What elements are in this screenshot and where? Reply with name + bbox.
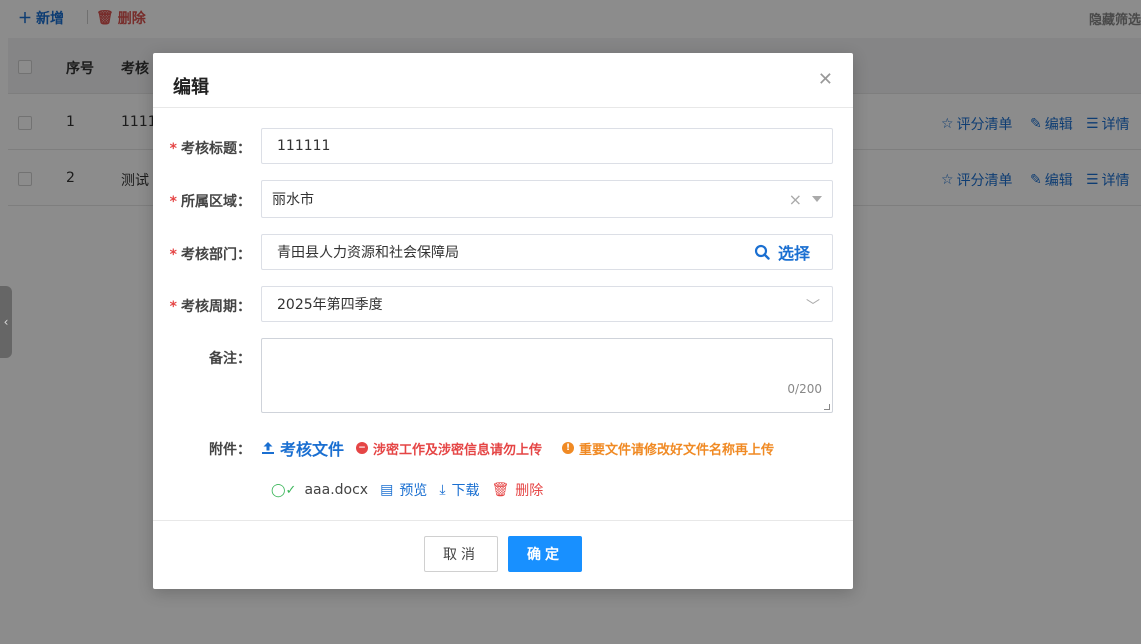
- resize-handle-icon[interactable]: [824, 404, 830, 410]
- region-label-text: 所属区域：: [181, 194, 251, 210]
- dept-label-text: 考核部门：: [181, 247, 251, 263]
- title-label-text: 考核标题：: [181, 141, 251, 157]
- upload-line: 考核文件 − 涉密工作及涉密信息请勿上传 ! 重要文件请修改好文件名称再上传: [261, 436, 774, 460]
- char-counter: 0/200: [787, 382, 822, 396]
- file-delete-label: 删除: [515, 483, 544, 499]
- secret-warning: − 涉密工作及涉密信息请勿上传: [356, 439, 542, 458]
- period-select[interactable]: 2025年第四季度 ﹀: [261, 286, 833, 322]
- file-delete-link[interactable]: 🗑 删除: [492, 480, 544, 500]
- rename-warning: ! 重要文件请修改好文件名称再上传: [562, 439, 774, 458]
- download-icon: ⤓: [439, 482, 446, 498]
- required-mark: *: [169, 141, 177, 157]
- dept-input[interactable]: 青田县人力资源和社会保障局: [261, 234, 733, 270]
- dialog-footer: 取消 确定: [153, 520, 853, 589]
- chevron-left-icon: ‹: [3, 315, 9, 329]
- region-label: * 所属区域：: [170, 191, 251, 211]
- edit-dialog: 编辑 ✕ * 考核标题： 111111 * 所属区域： 丽水市 × * 考核部门： 青…: [153, 53, 853, 589]
- dept-select-label: 选择: [777, 244, 810, 263]
- remark-label: 备注：: [209, 351, 251, 367]
- title-input[interactable]: 111111: [261, 128, 833, 164]
- title-label: * 考核标题：: [170, 138, 251, 158]
- check-circle-icon: ◯✓: [271, 482, 297, 498]
- exclamation-circle-icon: !: [562, 442, 575, 454]
- required-mark: *: [169, 299, 177, 315]
- region-select-value: 丽水市: [272, 192, 314, 208]
- preview-link[interactable]: ▤ 预览: [380, 480, 427, 500]
- clear-icon[interactable]: ×: [789, 190, 802, 209]
- period-label: * 考核周期：: [170, 296, 251, 316]
- dialog-title: 编辑: [173, 77, 209, 98]
- attach-label: 附件：: [209, 442, 251, 458]
- search-icon: [754, 244, 770, 260]
- upload-button[interactable]: 考核文件: [261, 436, 344, 460]
- remark-textarea[interactable]: 0/200: [261, 338, 833, 413]
- trash-icon: 🗑: [491, 482, 510, 498]
- upload-label: 考核文件: [280, 440, 345, 459]
- cancel-button[interactable]: 取消: [424, 536, 498, 572]
- dialog-header: 编辑 ✕: [153, 53, 853, 108]
- rename-warning-text: 重要文件请修改好文件名称再上传: [579, 442, 775, 458]
- period-select-value: 2025年第四季度: [277, 297, 383, 313]
- required-mark: *: [169, 194, 177, 210]
- secret-warning-text: 涉密工作及涉密信息请勿上传: [373, 442, 543, 458]
- file-item: ◯✓ aaa.docx ▤ 预览 ⤓ 下载 🗑 删除: [271, 480, 543, 500]
- required-mark: *: [169, 247, 177, 263]
- caret-down-icon: [812, 196, 822, 202]
- sidebar-collapse-handle[interactable]: ‹: [0, 286, 12, 358]
- document-icon: ▤: [380, 482, 394, 498]
- dept-input-value: 青田县人力资源和社会保障局: [277, 245, 459, 261]
- download-link[interactable]: ⤓ 下载: [439, 480, 479, 500]
- dept-label: * 考核部门：: [170, 244, 251, 264]
- minus-circle-icon: −: [356, 442, 369, 454]
- chevron-down-icon: ﹀: [806, 299, 820, 315]
- dept-select-button[interactable]: 选择: [732, 234, 833, 270]
- close-icon[interactable]: ✕: [818, 69, 833, 90]
- title-input-value: 111111: [277, 138, 331, 154]
- region-select[interactable]: 丽水市 ×: [261, 180, 833, 218]
- preview-label: 预览: [399, 483, 428, 499]
- upload-icon: [262, 442, 274, 454]
- file-name: aaa.docx: [304, 482, 369, 498]
- confirm-button[interactable]: 确定: [508, 536, 582, 572]
- period-label-text: 考核周期：: [181, 299, 251, 315]
- download-label: 下载: [451, 483, 480, 499]
